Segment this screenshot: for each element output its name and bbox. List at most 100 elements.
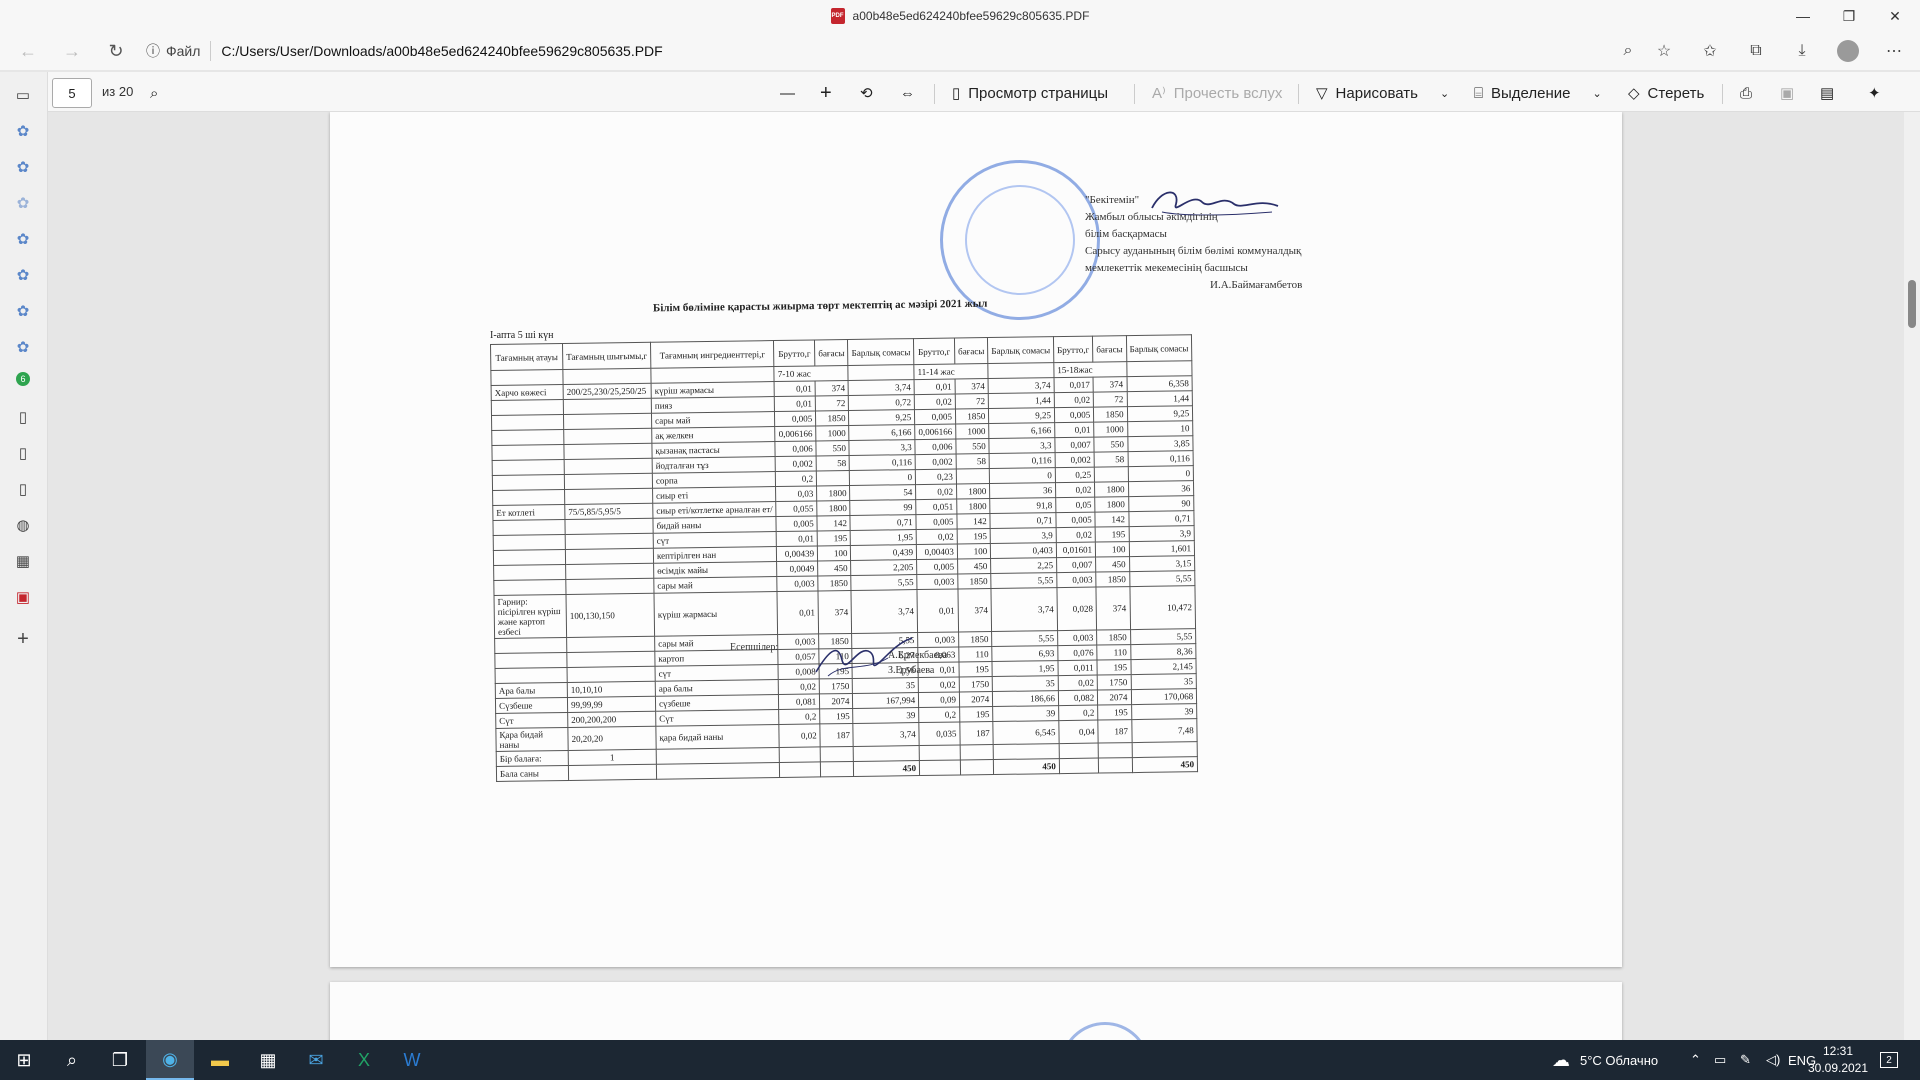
show-hidden-icons-icon[interactable]: ⌃	[1690, 1040, 1701, 1080]
minimize-button[interactable]: —	[1780, 0, 1826, 32]
forward-icon[interactable]: →	[52, 35, 92, 67]
print-icon[interactable]: ⎙	[1740, 78, 1752, 108]
add-icon[interactable]: +	[12, 628, 34, 650]
page-view-button[interactable]: ▯ Просмотр страницы	[952, 78, 1108, 108]
network-icon[interactable]: ▭	[1714, 1040, 1726, 1080]
table-cell: 1750	[959, 676, 993, 692]
extension-icon[interactable]: 6	[16, 372, 30, 386]
document-icon[interactable]: ▯	[12, 478, 34, 500]
search-icon[interactable]: ⌕	[48, 1040, 96, 1080]
table-cell: 0,02	[914, 394, 956, 410]
document-icon[interactable]: ▯	[12, 442, 34, 464]
extension-icon[interactable]: ✿	[12, 192, 34, 214]
table-cell	[493, 579, 567, 596]
rotate-icon[interactable]: ⟲	[860, 78, 873, 108]
table-cell: 550	[1094, 436, 1128, 453]
site-info[interactable]: ⓘ Файл	[146, 41, 212, 61]
extension-icon[interactable]: ✿	[12, 300, 34, 322]
collections-icon[interactable]: ⧉	[1740, 36, 1772, 66]
table-cell: 10	[1127, 420, 1194, 437]
table-cell: 3,74	[848, 379, 915, 396]
table-cell: 200/25,230/25,250/25	[563, 383, 652, 400]
extension-icon[interactable]: ✿	[12, 156, 34, 178]
calendar-icon[interactable]: ▦	[12, 550, 34, 572]
store-icon[interactable]: ▦	[244, 1040, 292, 1080]
downloads-icon[interactable]: ⤓	[1786, 36, 1818, 66]
table-cell: 0,01	[776, 530, 818, 547]
table-cell: 0,02	[1054, 392, 1094, 408]
fit-page-icon[interactable]: ⇔	[900, 78, 915, 108]
extension-icon[interactable]: ✿	[12, 264, 34, 286]
table-cell: 0,01	[774, 380, 816, 397]
edge-app-icon[interactable]: ◉	[146, 1040, 194, 1080]
draw-button[interactable]: ▽ Нарисовать ⌄	[1316, 78, 1449, 108]
table-cell: 195	[1097, 704, 1132, 721]
extension-icon[interactable]: ✿	[12, 228, 34, 250]
back-icon[interactable]: ←	[8, 35, 48, 67]
table-cell	[1094, 466, 1128, 483]
mail-icon[interactable]: ✉	[292, 1040, 340, 1080]
word-icon[interactable]: W	[388, 1040, 436, 1080]
table-cell: 0,005	[774, 410, 816, 427]
more-menu-icon[interactable]: ⋯	[1878, 36, 1910, 66]
save-icon[interactable]: ▣	[1780, 78, 1794, 108]
table-cell: 186,66	[992, 690, 1059, 707]
highlight-button[interactable]: ⌸ Выделение ⌄	[1474, 78, 1602, 108]
table-cell: 100,130,150	[566, 593, 655, 638]
extension-icon[interactable]: ✿	[12, 120, 34, 142]
clock[interactable]: 12:31 30.09.2021	[1806, 1043, 1870, 1077]
chevron-down-icon[interactable]: ⌄	[1440, 87, 1449, 100]
scrollbar-thumb[interactable]	[1908, 280, 1916, 328]
table-cell: 1000	[955, 423, 990, 440]
table-cell: 0,01	[914, 379, 956, 395]
table-cell: йодталған тұз	[652, 456, 776, 474]
pdf-tab-icon[interactable]: ▣	[12, 586, 34, 608]
start-icon[interactable]: ⊞	[0, 1040, 48, 1080]
pin-toolbar-icon[interactable]: ✦	[1868, 78, 1881, 108]
table-cell: 6,93	[992, 645, 1058, 662]
notification-count: 2	[1880, 1052, 1898, 1068]
notifications-icon[interactable]: 2	[1880, 1040, 1898, 1080]
close-button[interactable]: ✕	[1872, 0, 1918, 32]
chevron-down-icon[interactable]: ⌄	[1593, 87, 1602, 100]
extension-icon[interactable]: ✿	[12, 336, 34, 358]
vertical-scrollbar[interactable]	[1904, 112, 1920, 1040]
document-icon[interactable]: ▯	[12, 406, 34, 428]
table-cell: 3,74	[988, 377, 1055, 394]
table-cell: Харчо көжесі	[491, 384, 564, 401]
table-cell: 110	[1096, 644, 1131, 661]
zoom-in-icon[interactable]: +	[820, 78, 832, 108]
zoom-out-icon[interactable]: —	[780, 78, 795, 108]
task-view-icon[interactable]: ❐	[96, 1040, 144, 1080]
draw-label: Нарисовать	[1335, 84, 1418, 102]
favorites-icon[interactable]: ✩	[1694, 36, 1726, 66]
info-icon: ⓘ	[146, 43, 160, 59]
refresh-icon[interactable]: ↻	[96, 35, 136, 67]
table-cell: Сүт	[495, 712, 568, 729]
table-cell	[491, 429, 564, 446]
erase-button[interactable]: ◇ Стереть	[1628, 78, 1704, 108]
add-favorite-icon[interactable]: ☆	[1648, 36, 1680, 66]
table-header-cell: Тағамның ингредиенттері,г	[650, 340, 775, 369]
table-cell: 3,9	[1128, 525, 1195, 542]
save-as-icon[interactable]: ▤	[1820, 78, 1834, 108]
language-indicator[interactable]: ENG	[1770, 1040, 1816, 1080]
pdf-viewer[interactable]: "Бекітемін" Жамбыл облысы әкімдігінің бі…	[48, 112, 1920, 1040]
weather-widget[interactable]: ☁ 5°C Облачно	[1552, 1040, 1658, 1080]
globe-icon[interactable]: ◍	[12, 514, 34, 536]
tab-actions-icon[interactable]: ▭	[12, 84, 34, 106]
file-explorer-icon[interactable]: ▬	[196, 1040, 244, 1080]
pen-icon[interactable]: ✎	[1740, 1040, 1751, 1080]
table-cell: 0,003	[916, 573, 958, 590]
table-cell: 0,002	[1055, 452, 1095, 468]
excel-icon[interactable]: X	[340, 1040, 388, 1080]
search-icon[interactable]: ⌕	[150, 78, 158, 108]
zoom-icon[interactable]: ⌕	[1612, 36, 1644, 66]
url-field[interactable]: ⓘ Файл C:/Users/User/Downloads/a00b48e5e…	[146, 36, 1666, 66]
read-aloud-button[interactable]: A⁾ Прочесть вслух	[1152, 78, 1282, 108]
table-cell: 3,9	[990, 527, 1057, 544]
maximize-button[interactable]: ❐	[1826, 0, 1872, 32]
page-number-input[interactable]: 5	[52, 78, 92, 108]
profile-avatar[interactable]	[1832, 36, 1864, 66]
table-cell: 0,2	[918, 706, 960, 723]
